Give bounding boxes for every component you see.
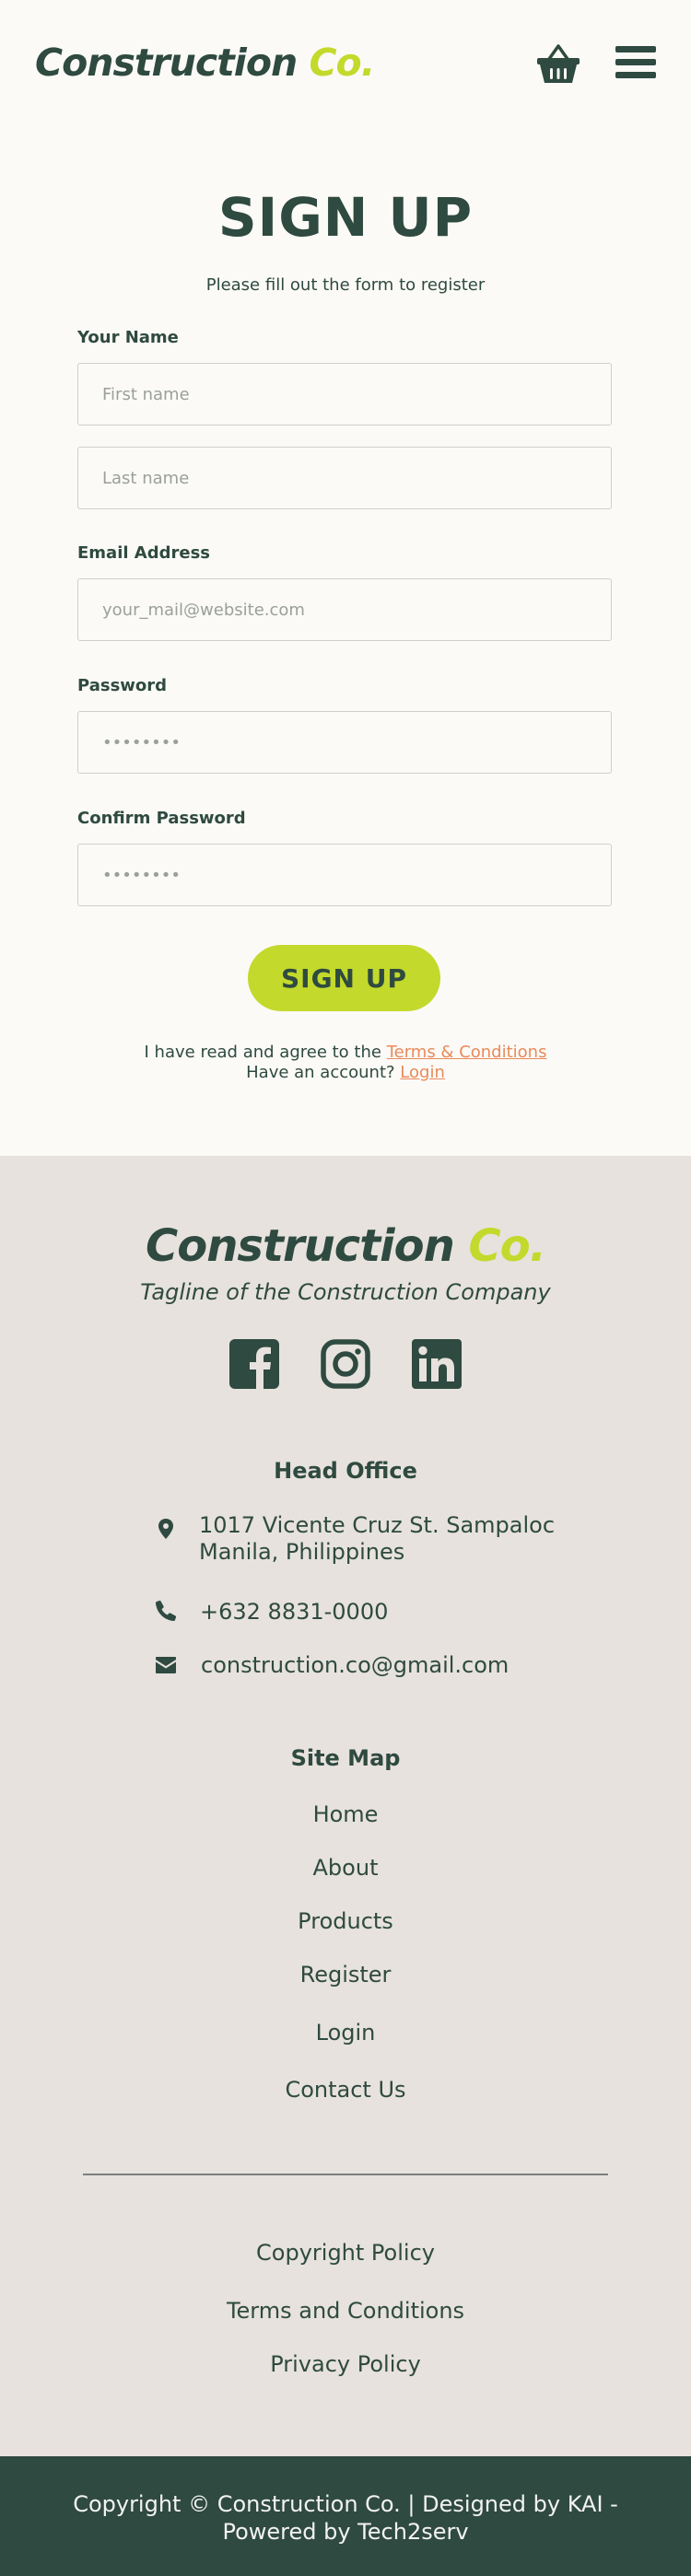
- terms-link[interactable]: Terms & Conditions: [387, 1043, 547, 1062]
- confirm-password-label: Confirm Password: [77, 809, 246, 828]
- last-name-field[interactable]: [77, 447, 612, 509]
- logo-accent-text: Co.: [309, 41, 375, 85]
- linkedin-icon[interactable]: [412, 1339, 462, 1389]
- page-subtitle: Please fill out the form to register: [205, 275, 486, 295]
- envelope-icon: [156, 1657, 176, 1673]
- address-line-2: Manila, Philippines: [199, 1539, 405, 1565]
- footer-logo-accent: Co.: [468, 1220, 546, 1272]
- password-field[interactable]: [77, 711, 612, 774]
- sitemap-link-login[interactable]: Login: [0, 2020, 691, 2046]
- phone-icon: [155, 1600, 177, 1622]
- footer-logo: Construction Co.: [0, 1220, 691, 1272]
- logo-main-text: Construction: [35, 41, 298, 85]
- site-logo[interactable]: Construction Co.: [35, 41, 375, 85]
- terms-conditions-link[interactable]: Terms and Conditions: [0, 2298, 691, 2324]
- hamburger-menu-icon[interactable]: [615, 46, 656, 79]
- copyright-bar: Copyright © Construction Co. | Designed …: [0, 2456, 691, 2576]
- page-title: SIGN UP: [217, 186, 474, 249]
- site-footer: Construction Co. Tagline of the Construc…: [0, 1156, 691, 2456]
- instagram-icon[interactable]: [321, 1339, 370, 1389]
- sitemap-link-about[interactable]: About: [0, 1855, 691, 1881]
- address-line-1: 1017 Vicente Cruz St. Sampaloc: [199, 1512, 556, 1538]
- basket-icon[interactable]: [536, 42, 580, 85]
- sitemap-link-contact-us[interactable]: Contact Us: [0, 2077, 691, 2103]
- sitemap-link-products[interactable]: Products: [0, 1908, 691, 1934]
- footer-logo-main: Construction: [146, 1220, 455, 1272]
- email-field[interactable]: [77, 578, 612, 641]
- copyright-policy-link[interactable]: Copyright Policy: [0, 2240, 691, 2266]
- phone-number[interactable]: +632 8831-0000: [200, 1598, 388, 1626]
- terms-agreement: I have read and agree to the Terms & Con…: [0, 1043, 691, 1083]
- footer-divider: [83, 2174, 608, 2175]
- contact-email[interactable]: construction.co@gmail.com: [201, 1651, 509, 1679]
- facebook-icon[interactable]: [229, 1339, 279, 1389]
- copyright-line-1: Copyright © Construction Co. | Designed …: [73, 2491, 618, 2517]
- first-name-field[interactable]: [77, 363, 612, 425]
- name-label: Your Name: [77, 328, 179, 347]
- tagline: Tagline of the Construction Company: [140, 1279, 551, 1305]
- head-office-title: Head Office: [274, 1458, 417, 1484]
- login-link[interactable]: Login: [400, 1063, 445, 1082]
- email-label: Email Address: [77, 543, 211, 563]
- site-map-title: Site Map: [290, 1745, 401, 1771]
- sitemap-link-home[interactable]: Home: [0, 1801, 691, 1827]
- confirm-password-field[interactable]: [77, 844, 612, 906]
- agree-text: I have read and agree to the: [144, 1043, 381, 1062]
- privacy-policy-link[interactable]: Privacy Policy: [0, 2351, 691, 2377]
- copyright-line-2: Powered by Tech2serv: [222, 2519, 469, 2545]
- site-header: Construction Co.: [0, 0, 691, 129]
- sitemap-link-register[interactable]: Register: [0, 1962, 691, 1987]
- have-account-text: Have an account?: [246, 1063, 395, 1082]
- password-label: Password: [77, 676, 168, 695]
- signup-button[interactable]: SIGN UP: [248, 945, 440, 1011]
- location-pin-icon: [158, 1519, 173, 1539]
